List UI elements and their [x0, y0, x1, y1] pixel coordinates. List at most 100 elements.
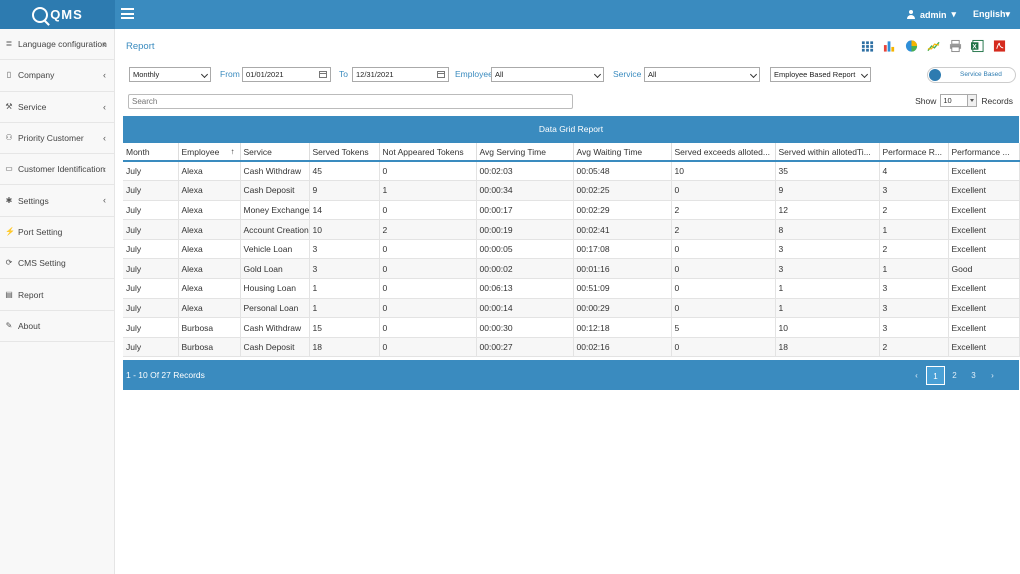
sidebar-item-priority-customer[interactable]: ⚇ Priority Customer ‹ — [0, 123, 114, 155]
page-title: Report — [126, 41, 155, 52]
edit-icon: ✎ — [5, 320, 13, 330]
table-row[interactable]: July Alexa Cash Withdraw 45 0 00:02:03 00:05:4… — [123, 161, 1020, 182]
period-select[interactable]: Monthly — [129, 67, 211, 82]
table-row[interactable]: July Alexa Account Creation 10 2 00:00:19 00:0… — [123, 219, 1020, 240]
column-header[interactable]: Employee ↑ — [178, 143, 241, 162]
sidebar-item-label: Priority Customer — [18, 133, 84, 144]
table-cell: 00:06:13 — [476, 278, 574, 299]
column-header[interactable]: Served within allotedTi... — [775, 143, 880, 162]
app-logo[interactable]: QMS — [0, 0, 115, 29]
table-row[interactable]: July Alexa Housing Loan 1 0 00:06:13 00:51:09 0… — [123, 278, 1020, 299]
service-based-toggle[interactable]: Service Based — [927, 67, 1016, 83]
table-cell: 3 — [775, 239, 880, 260]
table-row[interactable]: July Alexa Cash Deposit 9 1 00:00:34 00:02:25 0… — [123, 180, 1020, 201]
caret-down-icon: ▾ — [1005, 9, 1010, 19]
table-cell: 00:05:48 — [573, 161, 672, 182]
calendar-icon[interactable] — [319, 71, 327, 78]
table-cell: 00:00:14 — [476, 298, 574, 319]
table-cell: 00:00:02 — [476, 258, 574, 280]
sidebar-item-report[interactable]: ▤ Report — [0, 279, 114, 311]
pdf-export-icon[interactable] — [993, 39, 1006, 53]
from-date-input[interactable]: 01/01/2021 — [242, 67, 331, 82]
user-menu[interactable]: admin ▾ — [906, 9, 956, 20]
table-cell: 1 — [879, 258, 949, 280]
table-row[interactable]: July Burbosa Cash Withdraw 15 0 00:00:30 00:12… — [123, 317, 1020, 338]
language-menu[interactable]: English▾ — [973, 9, 1010, 20]
column-header[interactable]: Avg Waiting Time — [573, 143, 672, 162]
sidebar-item-about[interactable]: ✎ About — [0, 311, 114, 342]
table-cell: Alexa — [178, 298, 241, 319]
menu-toggle-icon[interactable] — [121, 8, 134, 19]
sidebar-item-company[interactable]: ▯ Company ‹ — [0, 60, 114, 92]
sidebar-item-customer-identification[interactable]: ▭ Customer Identification ‹ — [0, 154, 114, 186]
grid-view-icon[interactable] — [861, 39, 874, 53]
chevron-left-icon[interactable]: ‹ — [103, 39, 106, 49]
sidebar-item-label: About — [18, 320, 41, 331]
table-cell: Alexa — [178, 180, 241, 201]
table-cell: 0 — [671, 278, 776, 299]
service-select[interactable]: All — [644, 67, 760, 82]
table-row[interactable]: July Alexa Vehicle Loan 3 0 00:00:05 00:17:08 0… — [123, 239, 1020, 260]
page-button[interactable]: 3 — [964, 366, 983, 385]
page-button[interactable]: 2 — [945, 366, 964, 385]
column-header-label: Served exceeds alloted... — [674, 146, 770, 157]
sidebar-item-service[interactable]: ⚒ Service ‹ — [0, 92, 114, 123]
sidebar-item-cms-setting[interactable]: ⟳ CMS Setting — [0, 248, 114, 280]
column-header[interactable]: Performance ... — [948, 143, 1020, 162]
sidebar: ≣ Language configuration ‹ ▯ Company ‹ ⚒ Servic… — [0, 29, 115, 574]
table-row[interactable]: July Alexa Money Exchange 14 0 00:00:17 00:02:… — [123, 200, 1020, 221]
table-row[interactable]: July Burbosa Cash Deposit 18 0 00:00:27 00:02:… — [123, 337, 1020, 358]
column-header[interactable]: Service — [240, 143, 310, 162]
column-header[interactable]: Avg Serving Time — [476, 143, 574, 162]
column-header[interactable]: Served exceeds alloted... — [671, 143, 776, 162]
table-cell: Excellent — [948, 200, 1020, 221]
to-date-input[interactable]: 12/31/2021 — [352, 67, 449, 82]
page-size-select[interactable]: 10 — [940, 94, 978, 107]
report-type-select[interactable]: Employee Based Report — [770, 67, 871, 82]
prev-page-icon[interactable]: ‹ — [907, 366, 926, 385]
sidebar-item-port-setting[interactable]: ⚡ Port Setting — [0, 217, 114, 249]
table-cell: 2 — [879, 200, 949, 221]
column-header[interactable]: Not Appeared Tokens — [379, 143, 477, 162]
print-icon[interactable] — [949, 39, 962, 53]
employee-select[interactable]: All — [491, 67, 604, 82]
excel-export-icon[interactable]: X — [971, 39, 984, 53]
language-label: English — [972, 9, 1006, 19]
table-cell: July — [123, 239, 179, 260]
table-row[interactable]: July Alexa Personal Loan 1 0 00:00:14 00:00:29… — [123, 298, 1020, 319]
table-cell: 10 — [309, 219, 380, 240]
column-header[interactable]: Month — [123, 143, 179, 162]
table-cell: Burbosa — [178, 337, 241, 358]
table-cell: 0 — [379, 258, 477, 280]
pie-chart-icon[interactable] — [905, 39, 918, 53]
table-cell: 8 — [775, 219, 880, 240]
page-button[interactable]: 1 — [926, 366, 945, 385]
chevron-left-icon[interactable]: ‹ — [103, 133, 106, 143]
records-summary: 1 - 10 Of 27 Records — [126, 370, 205, 380]
chevron-left-icon[interactable]: ‹ — [103, 195, 106, 205]
table-cell: 00:17:08 — [573, 239, 672, 260]
search-input[interactable] — [128, 94, 573, 109]
calendar-icon[interactable] — [437, 71, 445, 78]
table-cell: Burbosa — [178, 317, 241, 338]
column-header[interactable]: Performace R... — [879, 143, 949, 162]
id-card-icon: ▭ — [5, 164, 13, 174]
sidebar-item-language-configuration[interactable]: ≣ Language configuration ‹ — [0, 29, 114, 61]
table-cell: 2 — [879, 239, 949, 260]
line-chart-icon[interactable] — [927, 39, 940, 53]
chevron-left-icon[interactable]: ‹ — [103, 102, 106, 112]
column-header[interactable]: Served Tokens — [309, 143, 380, 162]
column-header-label: Avg Serving Time — [479, 146, 546, 157]
table-row[interactable]: July Alexa Gold Loan 3 0 00:00:02 00:01:16 0 3 1 G… — [123, 258, 1020, 280]
bar-chart-icon[interactable] — [883, 39, 896, 53]
sort-ascending-icon[interactable]: ↑ — [231, 147, 235, 156]
table-cell: 0 — [671, 298, 776, 319]
table-cell: 45 — [309, 161, 380, 182]
chevron-left-icon[interactable]: ‹ — [103, 70, 106, 80]
table-cell: 0 — [379, 161, 477, 182]
table-cell: 1 — [775, 298, 880, 319]
chevron-left-icon[interactable]: ‹ — [103, 164, 106, 174]
sidebar-item-settings[interactable]: ✱ Settings ‹ — [0, 185, 114, 217]
next-page-icon[interactable]: › — [983, 366, 1002, 385]
main-content: Report X Monthly From 01/01/2021 To 12/3… — [115, 29, 1020, 574]
